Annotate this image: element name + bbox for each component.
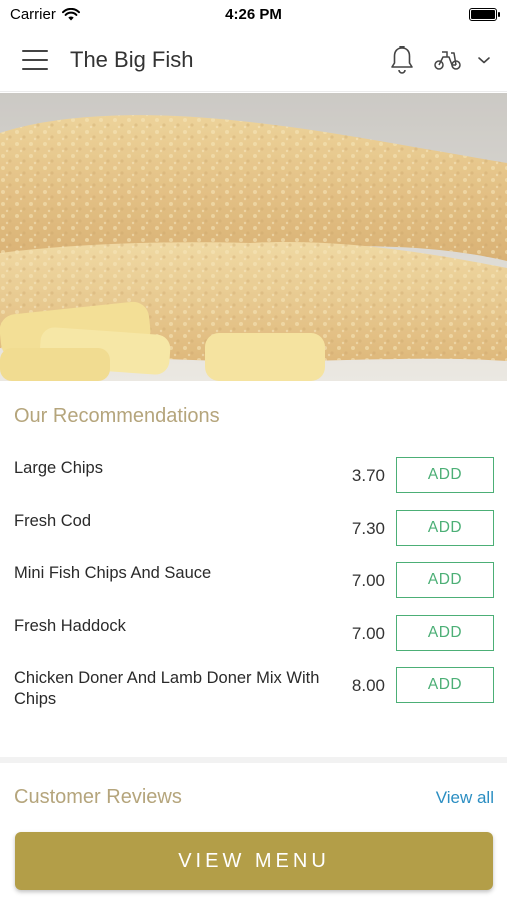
view-menu-button[interactable]: VIEW MENU <box>15 832 493 890</box>
item-name: Mini Fish Chips And Sauce <box>14 564 212 582</box>
fish-and-chips-illustration <box>0 93 507 381</box>
list-item: Mini Fish Chips And Sauce 7.00 ADD <box>0 562 507 616</box>
delivery-mode-selector[interactable] <box>433 49 491 71</box>
hero-image <box>0 93 507 381</box>
status-left: Carrier <box>10 6 80 23</box>
view-all-link[interactable]: View all <box>436 788 494 808</box>
reviews-title: Customer Reviews <box>14 786 182 808</box>
list-item: Large Chips 3.70 ADD <box>0 457 507 511</box>
item-name: Chicken Doner And Lamb Doner Mix With Ch… <box>14 669 320 708</box>
app-title: The Big Fish <box>70 46 194 72</box>
app-header: The Big Fish <box>0 28 507 92</box>
item-name: Fresh Haddock <box>14 616 126 635</box>
status-bar: Carrier 4:26 PM <box>0 0 507 28</box>
recommendations-list: Large Chips 3.70 ADD Fresh Cod 7.30 ADD … <box>0 457 507 721</box>
item-price: 3.70 <box>351 466 385 485</box>
recommendations-title: Our Recommendations <box>14 405 220 427</box>
add-button[interactable]: ADD <box>396 509 494 546</box>
header-icons <box>389 45 491 75</box>
add-button[interactable]: ADD <box>396 667 494 703</box>
item-price: 7.00 <box>351 571 385 590</box>
bell-icon <box>391 45 413 74</box>
wifi-icon <box>61 7 80 20</box>
item-price: 8.00 <box>351 676 385 695</box>
reviews-header: Customer Reviews View all <box>0 786 507 809</box>
scooter-icon <box>434 50 461 70</box>
add-button[interactable]: ADD <box>396 562 494 598</box>
list-item: Fresh Cod 7.30 ADD <box>0 509 507 564</box>
recommendations-section: Our Recommendations Large Chips 3.70 ADD… <box>0 381 507 721</box>
menu-icon[interactable] <box>22 49 48 70</box>
add-button[interactable]: ADD <box>396 614 494 651</box>
section-divider <box>0 757 507 763</box>
item-price: 7.30 <box>351 518 385 538</box>
item-name: Large Chips <box>14 459 103 477</box>
item-price: 7.00 <box>351 623 385 643</box>
list-item: Chicken Doner And Lamb Doner Mix With Ch… <box>0 667 507 721</box>
chevron-down-icon <box>478 56 490 63</box>
list-item: Fresh Haddock 7.00 ADD <box>0 614 507 669</box>
notifications-button[interactable] <box>389 45 415 75</box>
carrier-label: Carrier <box>10 5 56 23</box>
battery-icon <box>469 7 500 21</box>
add-button[interactable]: ADD <box>396 457 494 493</box>
item-name: Fresh Cod <box>14 511 92 530</box>
